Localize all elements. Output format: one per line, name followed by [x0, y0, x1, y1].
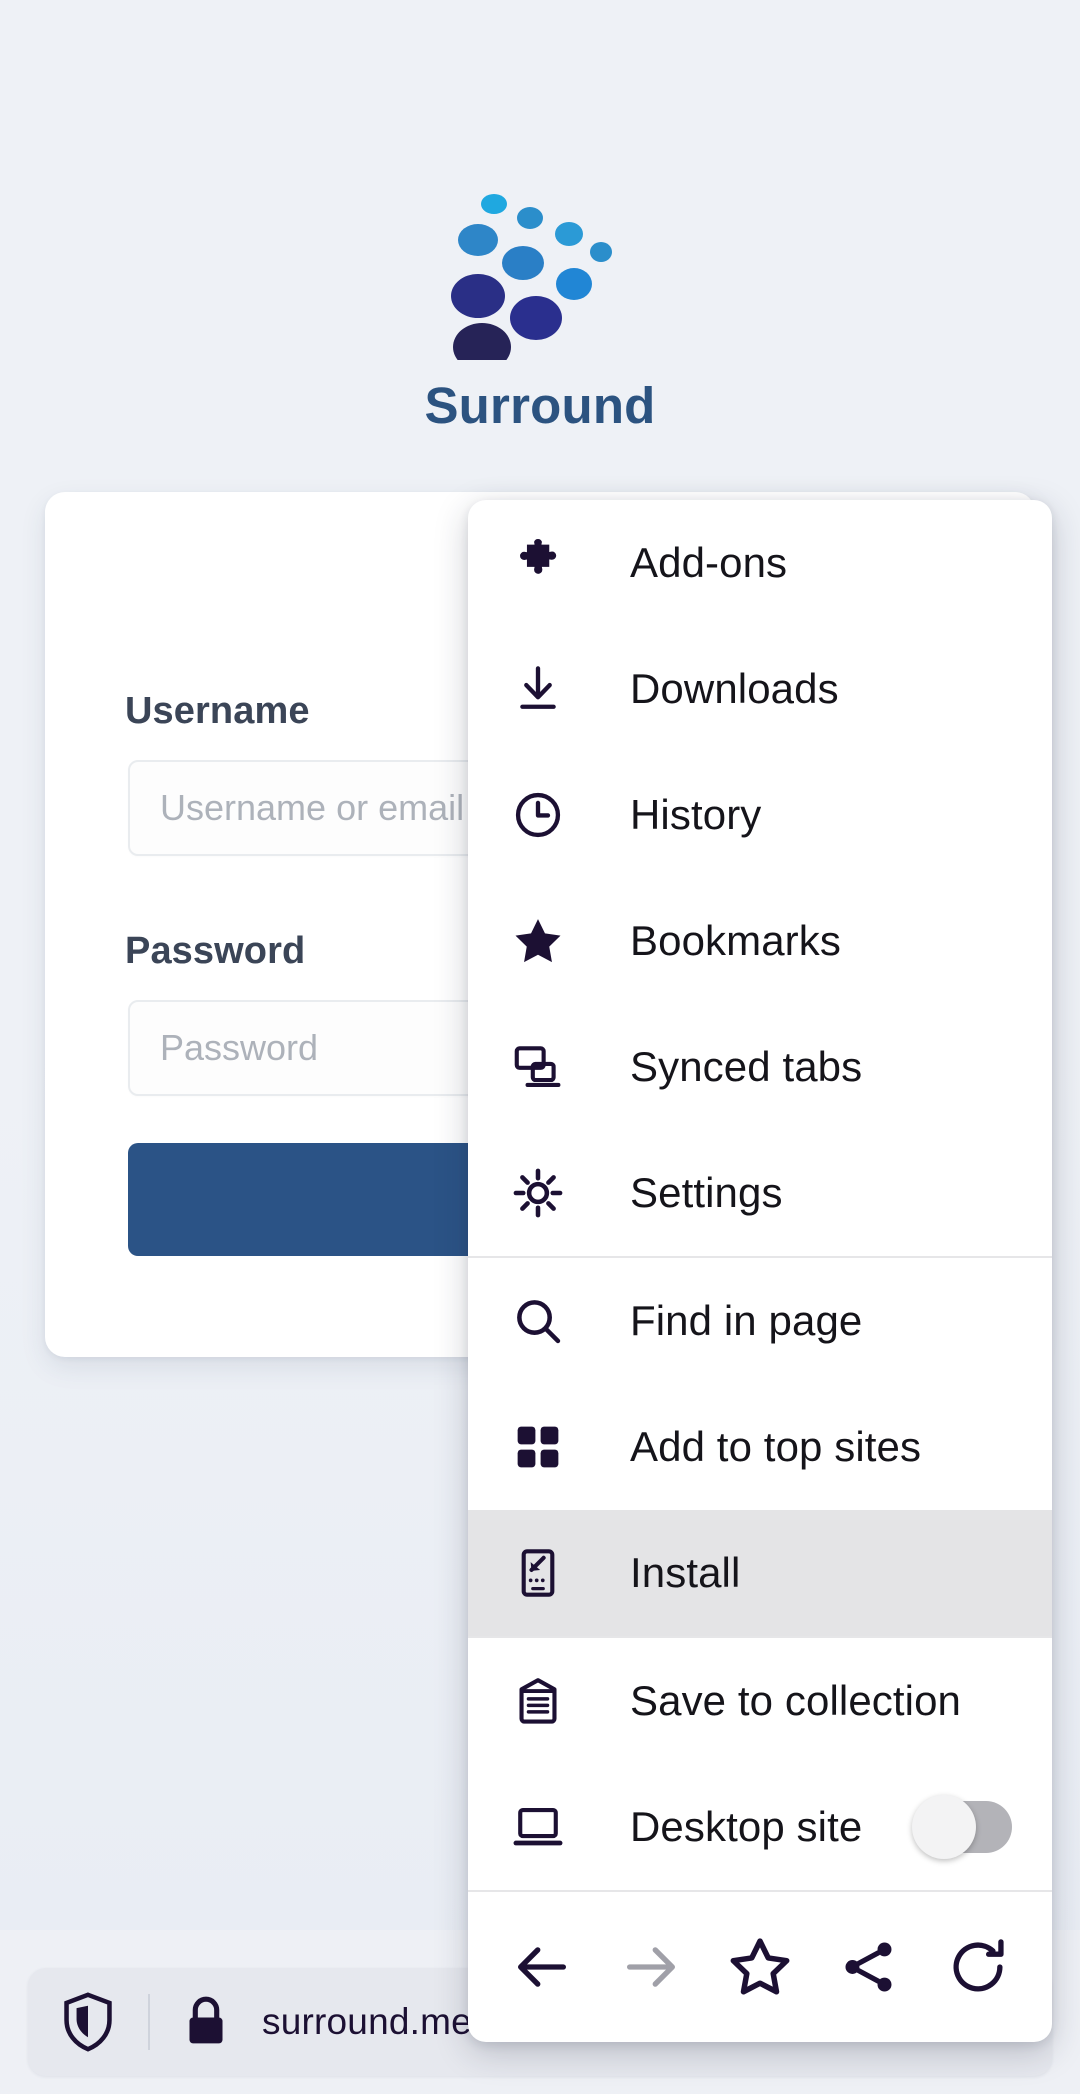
menu-item-label: Add-ons — [630, 539, 788, 586]
puzzle-piece-icon — [510, 535, 566, 591]
collection-icon — [510, 1673, 566, 1729]
arrow-right-icon[interactable] — [614, 1930, 688, 2004]
download-arrow-icon — [510, 661, 566, 717]
menu-item-label: Add to top sites — [630, 1423, 922, 1470]
laptop-icon — [510, 1799, 566, 1855]
menu-item-label: Install — [630, 1549, 741, 1596]
menu-item-label: Downloads — [630, 665, 839, 712]
menu-item-synced-tabs[interactable]: Synced tabs — [468, 1004, 1052, 1130]
menu-item-label: History — [630, 791, 762, 838]
password-label: Password — [125, 930, 306, 972]
menu-item-find-in-page[interactable]: Find in page — [468, 1258, 1052, 1384]
url-text: surround.me — [262, 2001, 472, 2042]
browser-menu-panel[interactable]: Add-ons Downloads History Bookmarks Sync… — [468, 500, 1052, 2042]
menu-item-label: Synced tabs — [630, 1043, 863, 1090]
synced-devices-icon — [510, 1039, 566, 1095]
menu-item-bookmarks[interactable]: Bookmarks — [468, 878, 1052, 1004]
clock-icon — [510, 787, 566, 843]
install-phone-icon — [510, 1545, 566, 1601]
lock-icon — [150, 1993, 262, 2051]
reload-icon[interactable] — [941, 1930, 1015, 2004]
menu-item-label: Save to collection — [630, 1677, 961, 1724]
menu-item-add-to-top-sites[interactable]: Add to top sites — [468, 1384, 1052, 1510]
menu-item-history[interactable]: History — [468, 752, 1052, 878]
menu-navigation-row — [468, 1892, 1052, 2042]
menu-item-downloads[interactable]: Downloads — [468, 626, 1052, 752]
menu-item-install[interactable]: Install — [468, 1510, 1052, 1636]
menu-item-label: Bookmarks — [630, 917, 841, 964]
menu-item-desktop-site[interactable]: Desktop site — [468, 1764, 1052, 1890]
menu-item-add-ons[interactable]: Add-ons — [468, 500, 1052, 626]
brand-name: Surround — [424, 377, 656, 434]
username-label: Username — [125, 690, 310, 732]
gear-icon — [510, 1165, 566, 1221]
menu-item-settings[interactable]: Settings — [468, 1130, 1052, 1256]
star-filled-icon — [510, 913, 566, 969]
dots-swirl-logo-icon — [451, 194, 612, 360]
toggle-knob — [912, 1795, 976, 1859]
search-icon — [510, 1293, 566, 1349]
tracking-protection-shield-icon[interactable] — [28, 1991, 148, 2053]
menu-item-label: Desktop site — [630, 1803, 863, 1850]
star-outline-icon[interactable] — [723, 1930, 797, 2004]
share-icon[interactable] — [832, 1930, 906, 2004]
brand-header: Surround — [0, 190, 1080, 435]
menu-item-label: Settings — [630, 1169, 783, 1216]
desktop-site-toggle[interactable] — [912, 1795, 1012, 1859]
grid-squares-icon — [510, 1419, 566, 1475]
menu-item-save-to-collection[interactable]: Save to collection — [468, 1638, 1052, 1764]
menu-item-label: Find in page — [630, 1297, 863, 1344]
arrow-left-icon[interactable] — [505, 1930, 579, 2004]
